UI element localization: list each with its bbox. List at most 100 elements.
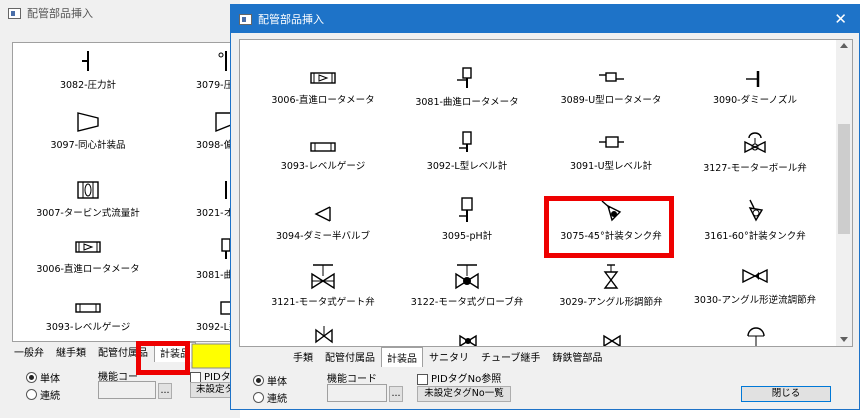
part-label: 3127-モーターボール弁	[703, 163, 807, 174]
part-item[interactable]: 3121-モータ式ゲート弁	[248, 262, 398, 308]
front-func-code-input[interactable]	[327, 384, 387, 402]
partial-valve-icon	[747, 327, 765, 346]
part-label: 3089-U型ロータメータ	[560, 95, 662, 106]
radio-button[interactable]	[26, 372, 37, 383]
part-item[interactable]: 3006-直進ロータメータ	[248, 68, 398, 106]
close-button[interactable]: 閉じる	[741, 386, 831, 402]
part-item[interactable]: 3095-pH計	[392, 196, 542, 242]
front-window: 配管部品挿入 ✕ 3006-直進ロータメータ 3081-曲進ロータメータ 308…	[230, 4, 860, 410]
part-item[interactable]: 3122-モータ式グローブ弁	[392, 262, 542, 308]
part-label: 3091-U型レベル計	[569, 161, 653, 172]
part-item[interactable]: 3093-レベルゲージ	[248, 140, 398, 172]
vertical-scrollbar[interactable]	[836, 40, 852, 346]
partial-valve-icon	[603, 334, 621, 346]
back-radio-series[interactable]: 連続	[26, 387, 60, 402]
part-label: 3161-60°計装タンク弁	[704, 231, 806, 242]
checkbox[interactable]	[417, 373, 428, 385]
part-item[interactable]: 3092-L型レベル計	[392, 130, 542, 172]
part-item[interactable]: 3097-同心計装品	[13, 111, 163, 151]
part-label: 3079-圧力	[196, 80, 240, 91]
dummy-nozzle-icon	[746, 71, 760, 87]
front-unset-button[interactable]: 未設定タグNo一覧	[417, 386, 511, 402]
front-pid-label: PIDタグNo参照	[417, 370, 501, 385]
front-parts-grid[interactable]: 3006-直進ロータメータ 3081-曲進ロータメータ 3089-U型ロータメー…	[239, 39, 853, 347]
tab-sanitary[interactable]: サニタリ	[423, 346, 475, 367]
front-radio-single[interactable]: 単体	[253, 373, 287, 388]
partial-valve-icon	[459, 334, 477, 346]
part-item[interactable]: 3094-ダミー半バルブ	[248, 204, 398, 242]
part-item[interactable]: 3079-圧力	[151, 49, 240, 91]
part-item[interactable]: 3098-偏心	[151, 111, 239, 151]
angle-control-valve-icon	[603, 264, 619, 289]
back-func-code-input[interactable]	[98, 381, 156, 399]
pressure-gauge-icon	[82, 51, 89, 71]
part-item[interactable]: 3091-U型レベル計	[536, 134, 686, 172]
part-label: 3021-オ	[196, 208, 234, 219]
radio-button[interactable]	[253, 392, 264, 403]
part-label: 3093-レベルゲージ	[280, 161, 366, 172]
part-item[interactable]: 3082-圧力計	[13, 49, 163, 91]
back-titlebar: 配管部品挿入	[0, 0, 240, 26]
motor-globe-valve-icon	[455, 264, 479, 290]
part-label: 3095-pH計	[441, 231, 493, 242]
level-gauge-icon	[310, 142, 336, 152]
back-radio-single[interactable]: 単体	[26, 370, 60, 385]
part-label: 3081-曲進	[196, 270, 240, 281]
turbine-flowmeter-icon	[77, 181, 99, 199]
front-category-tabs: 手類 配管付属品 計装品 サニタリ チューブ継手 鋳鉄管部品	[287, 346, 608, 367]
l-level-gauge-icon	[459, 131, 472, 152]
motor-ball-valve-icon	[744, 132, 766, 154]
part-item[interactable]: 3030-アングル形逆流調節弁	[680, 264, 830, 306]
back-window-title: 配管部品挿入	[27, 7, 93, 20]
part-item[interactable]: 3021-オ	[151, 179, 239, 219]
tank-valve-60-icon	[748, 199, 764, 222]
dummy-half-valve-icon	[314, 206, 331, 222]
tab-fittings[interactable]: 継手類	[50, 341, 92, 362]
part-item[interactable]: 3081-曲進	[151, 237, 240, 281]
u-rotameter-icon	[599, 72, 624, 82]
part-label: 3006-直進ロータメータ	[271, 95, 375, 106]
part-item[interactable]: 3006-直進ロータメータ	[13, 237, 163, 275]
front-radio-series[interactable]: 連続	[253, 390, 287, 405]
tab-cast-iron[interactable]: 鋳鉄管部品	[546, 346, 608, 367]
part-item[interactable]: 3029-アングル形調節弁	[536, 262, 686, 308]
window-icon	[8, 7, 21, 19]
radio-button[interactable]	[26, 389, 37, 400]
front-window-title: 配管部品挿入	[258, 13, 324, 26]
tab-tube-fittings[interactable]: チューブ継手	[475, 346, 546, 367]
level-gauge-icon	[75, 303, 101, 313]
angle-reverse-valve-icon	[742, 268, 768, 284]
part-label: 3092-L型レベル計	[426, 161, 508, 172]
part-item[interactable]: 3081-曲進ロータメータ	[392, 66, 542, 108]
close-icon[interactable]: ✕	[834, 10, 847, 28]
part-label: 3122-モータ式グローブ弁	[410, 297, 524, 308]
scroll-down-arrow-icon[interactable]	[840, 337, 848, 342]
partial-valve-icon	[315, 326, 333, 344]
part-item[interactable]: 3127-モーターボール弁	[680, 130, 830, 174]
radio-button[interactable]	[253, 375, 264, 386]
part-item[interactable]: 3007-タービン式流量計	[13, 179, 163, 219]
part-label: 3090-ダミーノズル	[712, 95, 798, 106]
part-item[interactable]: 3089-U型ロータメータ	[536, 70, 686, 106]
tab-fittings[interactable]: 手類	[287, 346, 319, 367]
part-label: 3121-モータ式ゲート弁	[271, 297, 375, 308]
part-label: 3097-同心計装品	[50, 140, 126, 151]
part-item[interactable]: 3093-レベルゲージ	[13, 301, 163, 333]
back-browse-button[interactable]: ...	[158, 383, 172, 399]
front-titlebar: 配管部品挿入 ✕	[231, 5, 859, 33]
back-parts-grid[interactable]: 3082-圧力計 3079-圧力 3097-同心計装品 3098-偏心 3007…	[12, 42, 240, 342]
tab-instruments[interactable]: 計装品	[381, 347, 423, 367]
tab-accessories[interactable]: 配管付属品	[319, 346, 381, 367]
part-label: 3094-ダミー半バルブ	[275, 231, 371, 242]
front-browse-button[interactable]: ...	[389, 386, 403, 402]
part-label: 3006-直進ロータメータ	[36, 264, 140, 275]
part-label: 3029-アングル形調節弁	[559, 297, 663, 308]
window-icon	[239, 13, 252, 25]
part-item[interactable]: 3161-60°計装タンク弁	[680, 198, 830, 242]
scroll-up-arrow-icon[interactable]	[840, 43, 848, 48]
part-item[interactable]: 3090-ダミーノズル	[680, 70, 830, 106]
front-func-code-label: 機能コード	[327, 374, 377, 385]
tab-general-valve[interactable]: 一般弁	[8, 341, 50, 362]
scroll-thumb[interactable]	[838, 124, 850, 234]
curved-rotameter-icon	[457, 67, 472, 88]
